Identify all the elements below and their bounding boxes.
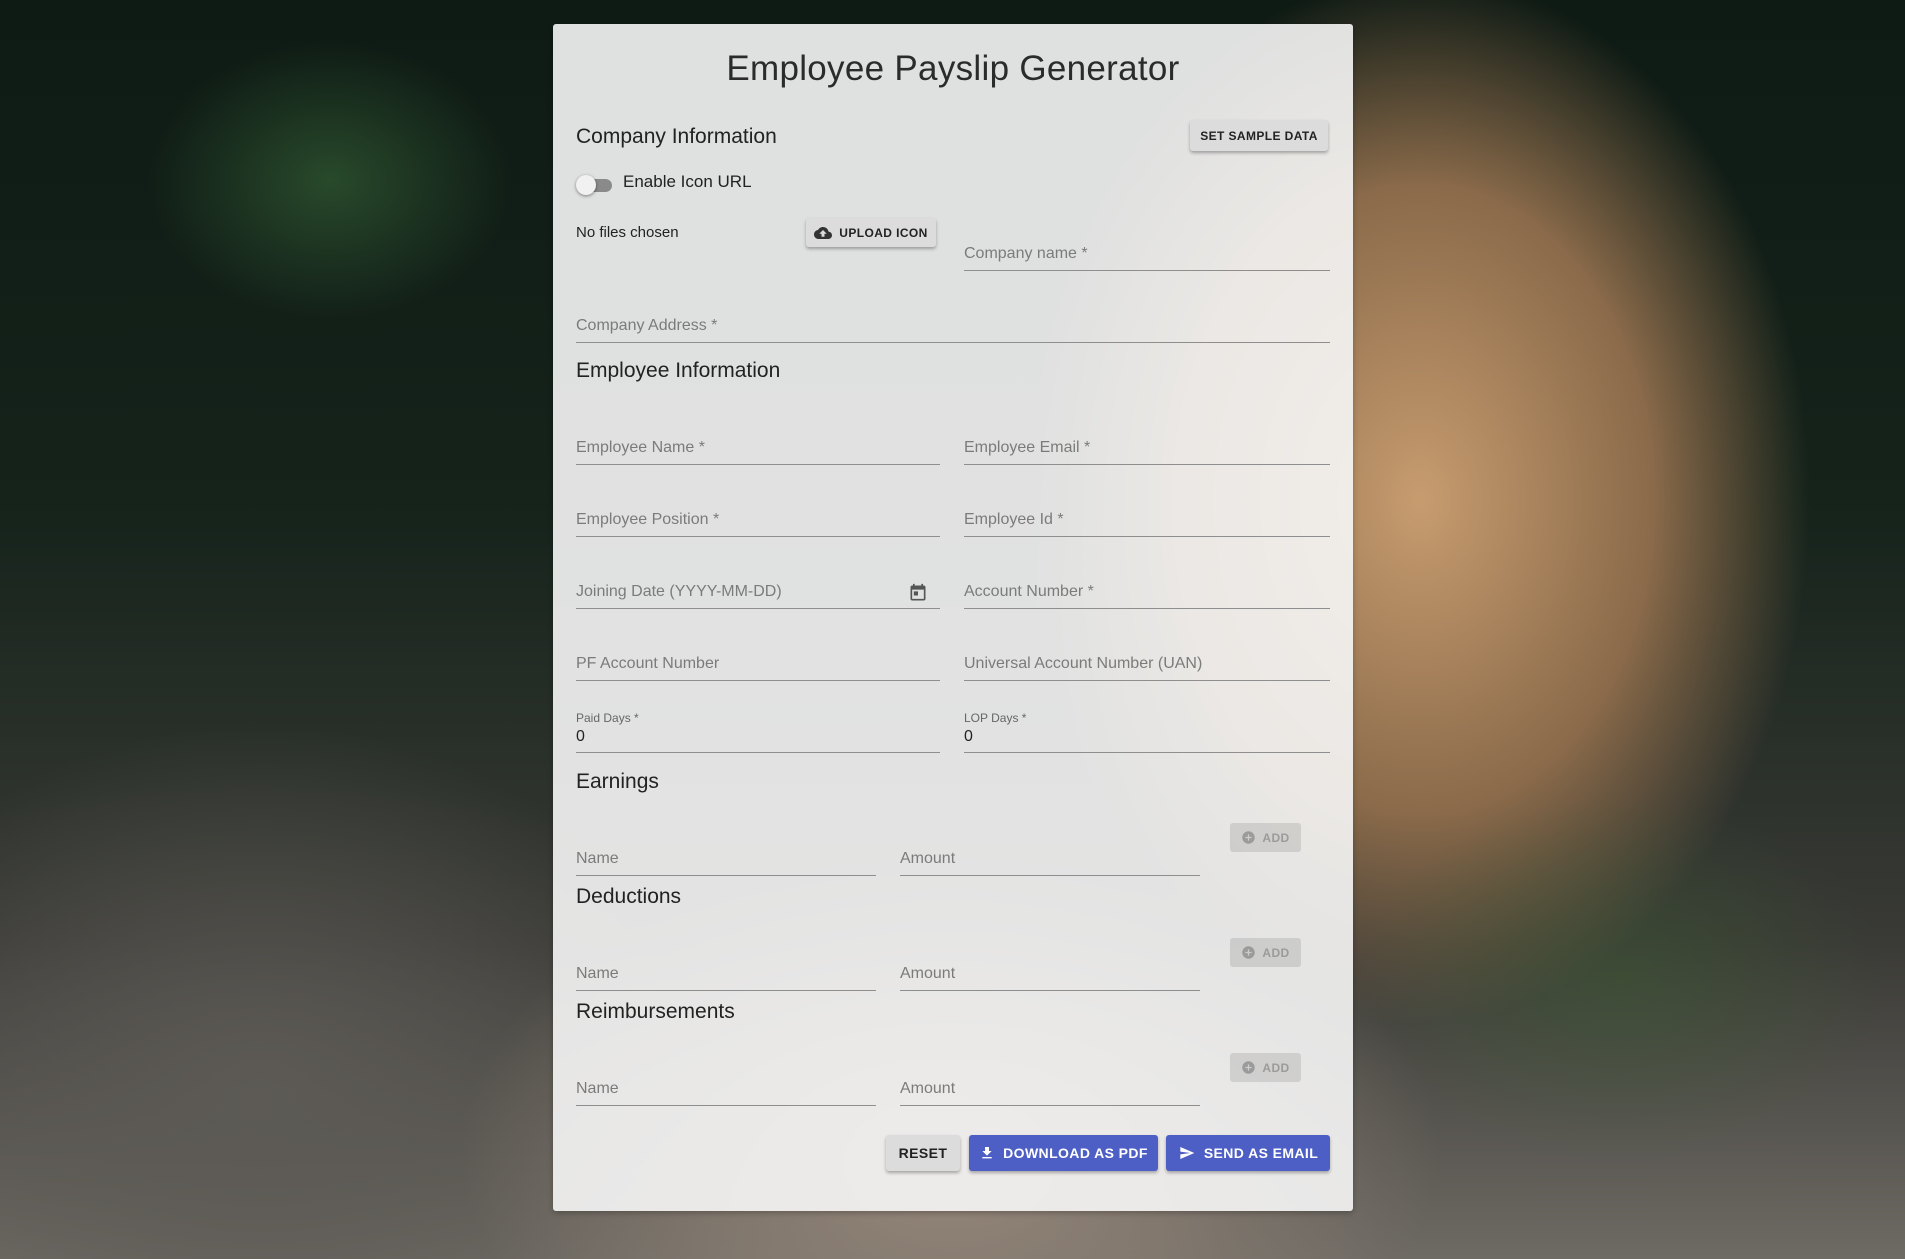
- deductions-name-field[interactable]: Name: [576, 959, 876, 991]
- employee-name-placeholder: Employee Name *: [576, 439, 705, 456]
- toggle-thumb: [576, 175, 596, 195]
- payslip-form-card: Employee Payslip Generator Company Infor…: [553, 24, 1353, 1211]
- employee-email-placeholder: Employee Email *: [964, 439, 1091, 456]
- icon-url-toggle-label: Enable Icon URL: [623, 172, 752, 191]
- lop-days-value: 0: [964, 728, 973, 745]
- company-name-placeholder: Company name *: [964, 245, 1088, 262]
- file-status-text: No files chosen: [576, 224, 679, 241]
- send-email-button[interactable]: SEND AS EMAIL: [1166, 1135, 1330, 1171]
- employee-id-field[interactable]: Employee Id *: [964, 505, 1330, 537]
- deductions-section-title: Deductions: [576, 885, 682, 908]
- deductions-add-label: ADD: [1262, 945, 1290, 960]
- upload-icon-label: UPLOAD ICON: [839, 225, 928, 240]
- reset-button[interactable]: RESET: [886, 1135, 960, 1171]
- employee-position-placeholder: Employee Position *: [576, 511, 720, 528]
- account-number-field[interactable]: Account Number *: [964, 577, 1330, 609]
- paid-days-field[interactable]: Paid Days * 0: [576, 711, 940, 753]
- cloud-upload-icon: [814, 226, 833, 239]
- download-pdf-button[interactable]: DOWNLOAD AS PDF: [969, 1135, 1158, 1171]
- add-circle-icon: [1242, 831, 1256, 844]
- deductions-amount-field[interactable]: Amount: [900, 959, 1200, 991]
- reimbursements-section-title: Reimbursements: [576, 1000, 735, 1023]
- calendar-icon[interactable]: [908, 583, 928, 603]
- deductions-add-button[interactable]: ADD: [1230, 938, 1301, 967]
- set-sample-data-label: SET SAMPLE DATA: [1200, 128, 1318, 143]
- upload-icon-button[interactable]: UPLOAD ICON: [806, 218, 936, 247]
- reimbursements-add-label: ADD: [1262, 1060, 1290, 1075]
- earnings-name-placeholder: Name: [576, 850, 619, 867]
- company-name-field[interactable]: Company name *: [964, 239, 1330, 271]
- earnings-section-title: Earnings: [576, 770, 659, 793]
- reimbursements-name-field[interactable]: Name: [576, 1074, 876, 1106]
- send-email-label: SEND AS EMAIL: [1203, 1145, 1319, 1161]
- employee-position-field[interactable]: Employee Position *: [576, 505, 940, 537]
- earnings-add-button[interactable]: ADD: [1230, 823, 1301, 852]
- employee-name-field[interactable]: Employee Name *: [576, 433, 940, 465]
- reset-label: RESET: [898, 1145, 948, 1161]
- joining-date-field[interactable]: Joining Date (YYYY-MM-DD): [576, 577, 940, 609]
- uan-placeholder: Universal Account Number (UAN): [964, 655, 1203, 672]
- send-icon: [1180, 1147, 1195, 1159]
- page-title: Employee Payslip Generator: [726, 49, 1180, 88]
- reimbursements-amount-placeholder: Amount: [900, 1080, 956, 1097]
- deductions-name-placeholder: Name: [576, 965, 619, 982]
- reimbursements-amount-field[interactable]: Amount: [900, 1074, 1200, 1106]
- company-section-title: Company Information: [576, 125, 777, 148]
- paid-days-label: Paid Days *: [576, 711, 639, 725]
- uan-field[interactable]: Universal Account Number (UAN): [964, 649, 1330, 681]
- download-icon: [982, 1147, 992, 1159]
- reimbursements-add-button[interactable]: ADD: [1230, 1053, 1301, 1082]
- paid-days-value: 0: [576, 728, 585, 745]
- joining-date-placeholder: Joining Date (YYYY-MM-DD): [576, 583, 782, 600]
- earnings-amount-placeholder: Amount: [900, 850, 956, 867]
- set-sample-data-button[interactable]: SET SAMPLE DATA: [1190, 120, 1328, 151]
- deductions-amount-placeholder: Amount: [900, 965, 956, 982]
- employee-email-field[interactable]: Employee Email *: [964, 433, 1330, 465]
- earnings-name-field[interactable]: Name: [576, 844, 876, 876]
- download-pdf-label: DOWNLOAD AS PDF: [1003, 1145, 1148, 1161]
- account-number-placeholder: Account Number *: [964, 583, 1094, 600]
- icon-url-toggle[interactable]: [576, 174, 612, 196]
- lop-days-field[interactable]: LOP Days * 0: [964, 711, 1330, 753]
- pf-account-field[interactable]: PF Account Number: [576, 649, 940, 681]
- lop-days-label: LOP Days *: [964, 711, 1027, 725]
- employee-section-title: Employee Information: [576, 359, 781, 382]
- reimbursements-name-placeholder: Name: [576, 1080, 619, 1097]
- earnings-amount-field[interactable]: Amount: [900, 844, 1200, 876]
- company-address-placeholder: Company Address *: [576, 317, 718, 334]
- add-circle-icon: [1242, 946, 1256, 959]
- employee-id-placeholder: Employee Id *: [964, 511, 1064, 528]
- earnings-add-label: ADD: [1262, 830, 1290, 845]
- add-circle-icon: [1242, 1061, 1256, 1074]
- company-address-field[interactable]: Company Address *: [576, 311, 1330, 343]
- pf-account-placeholder: PF Account Number: [576, 655, 720, 672]
